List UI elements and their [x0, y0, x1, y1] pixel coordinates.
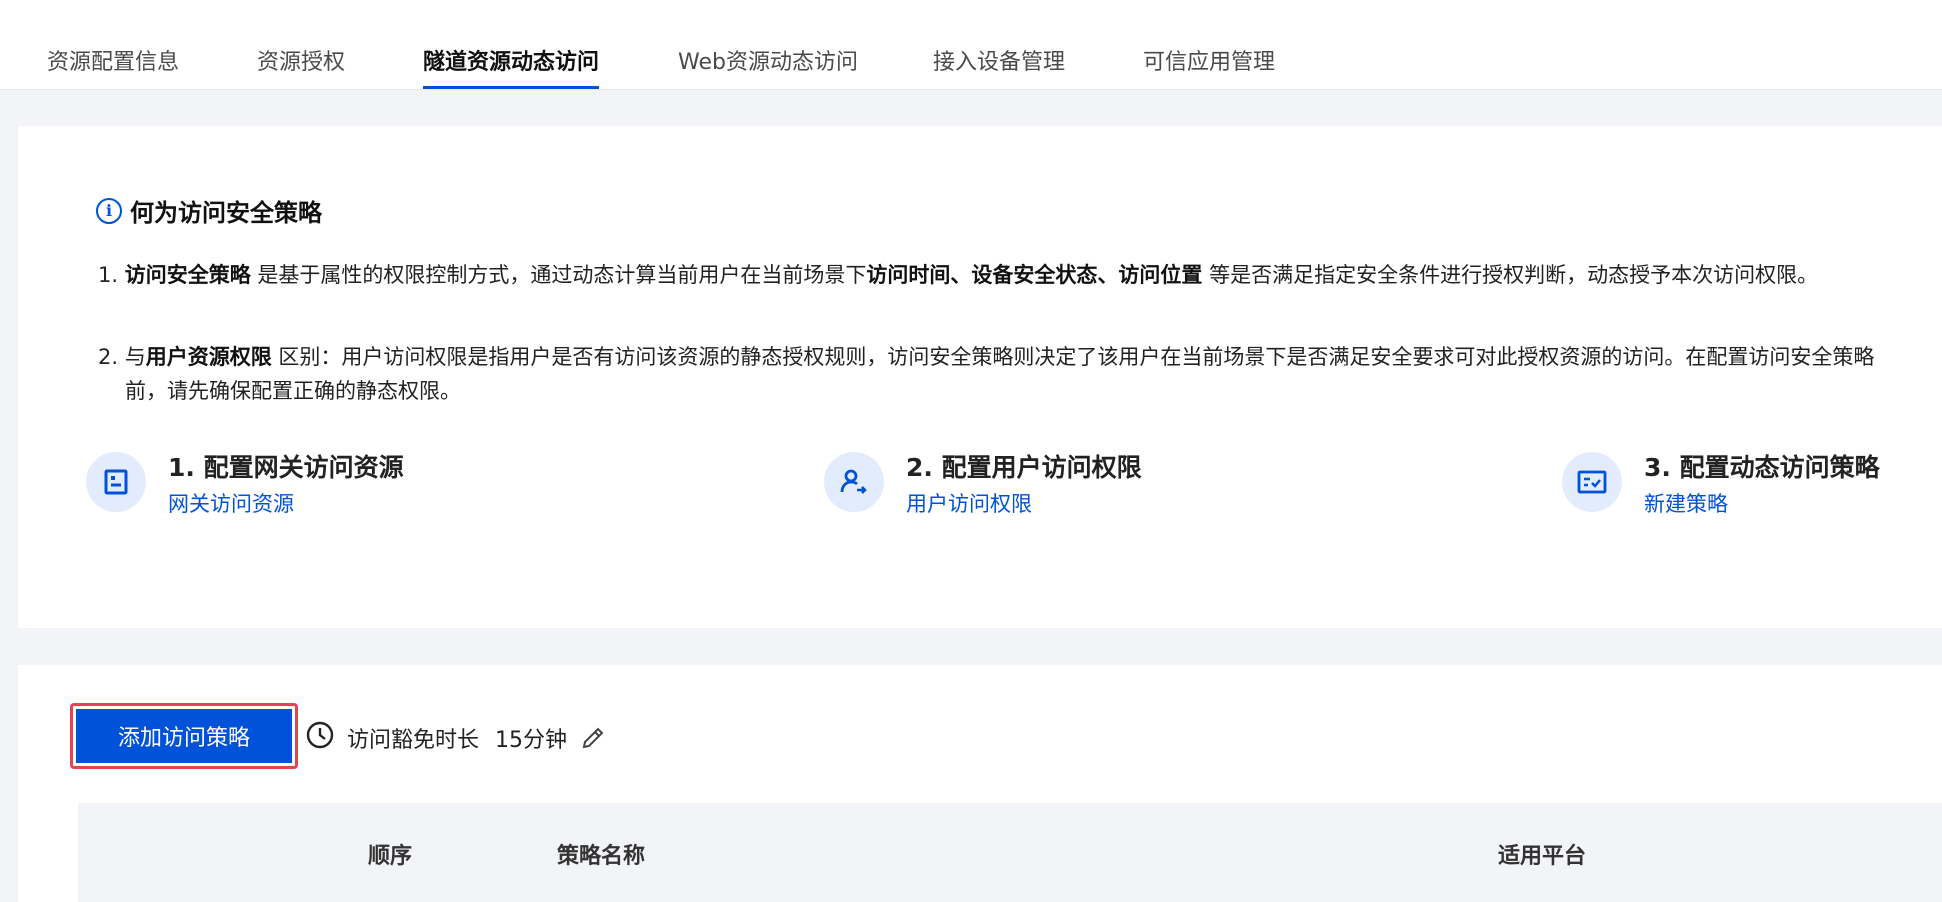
exemption-duration-value: 15分钟: [495, 728, 568, 753]
step-title: 3. 配置动态访问策略: [1644, 453, 1880, 482]
column-policy-name: 策略名称: [557, 844, 646, 869]
column-platform: 适用平台: [1498, 844, 1587, 869]
info-title: 何为访问安全策略: [130, 199, 322, 227]
policy-icon: [1562, 452, 1622, 512]
clock-icon: [305, 720, 335, 756]
add-button-highlight: 添加访问策略: [70, 703, 298, 769]
exemption-duration-label: 访问豁免时长: [347, 728, 480, 753]
user-permission-icon: [824, 452, 884, 512]
add-access-policy-button[interactable]: 添加访问策略: [76, 709, 292, 763]
tab-device-management[interactable]: 接入设备管理: [933, 44, 1065, 89]
column-order: 顺序: [368, 844, 413, 869]
tab-resource-authorization[interactable]: 资源授权: [257, 44, 345, 89]
step-title: 2. 配置用户访问权限: [906, 453, 1142, 482]
tab-resource-config[interactable]: 资源配置信息: [47, 44, 179, 89]
tab-web-dynamic-access[interactable]: Web资源动态访问: [678, 44, 858, 89]
step-user-permission: 2. 配置用户访问权限 用户访问权限: [824, 448, 1142, 518]
new-policy-link[interactable]: 新建策略: [1644, 488, 1880, 518]
policy-table-header: 顺序 策略名称 适用平台: [78, 803, 1942, 902]
step-title: 1. 配置网关访问资源: [168, 453, 404, 482]
tab-bar: 资源配置信息 资源授权 隧道资源动态访问 Web资源动态访问 接入设备管理 可信…: [0, 0, 1942, 89]
info-icon: i: [96, 197, 122, 224]
step-gateway-resource: 1. 配置网关访问资源 网关访问资源: [86, 448, 404, 518]
info-point-2: 2. 与用户资源权限 区别：用户访问权限是指用户是否有访问该资源的静态授权规则，…: [98, 345, 1875, 403]
edit-icon[interactable]: [579, 724, 607, 752]
gateway-resource-link[interactable]: 网关访问资源: [168, 488, 404, 518]
tab-trusted-app-management[interactable]: 可信应用管理: [1143, 44, 1275, 89]
user-permission-link[interactable]: 用户访问权限: [906, 488, 1142, 518]
tab-tunnel-dynamic-access[interactable]: 隧道资源动态访问: [423, 44, 600, 89]
exemption-duration: 访问豁免时长 15分钟: [305, 720, 607, 756]
step-dynamic-policy: 3. 配置动态访问策略 新建策略: [1562, 448, 1880, 518]
info-point-1: 1. 访问安全策略 是基于属性的权限控制方式，通过动态计算当前用户在当前场景下访…: [98, 263, 1819, 287]
info-heading: i 何为访问安全策略: [96, 193, 322, 228]
gateway-resource-icon: [86, 452, 146, 512]
